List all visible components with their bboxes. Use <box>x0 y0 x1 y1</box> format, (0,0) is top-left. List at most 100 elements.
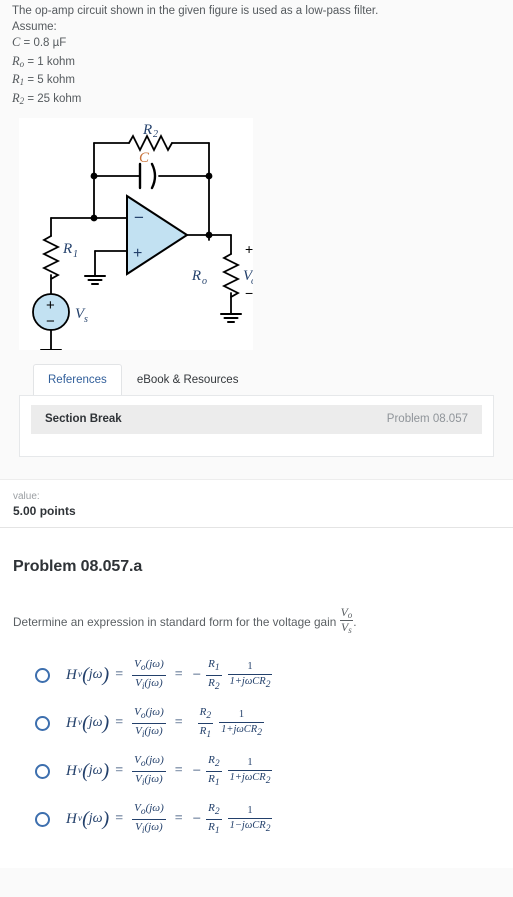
label-vo-subscript: o <box>251 276 253 287</box>
assumption-r2-symbol: R <box>12 90 20 105</box>
assumption-r1-value: = 5 kohm <box>27 74 75 87</box>
option-d-pole-num: 1 <box>227 805 273 819</box>
tab-ebook-resources[interactable]: eBook & Resources <box>122 364 254 395</box>
option-b-equation: Hv (jω) = Vo(jω) Vi(jω) = R2 R1 1 1+jωCR… <box>66 706 264 740</box>
option-a-ratio-num: V <box>134 658 141 671</box>
opamp-noninverting-sign: + <box>133 245 142 262</box>
question-area: Problem 08.057.a Determine an expression… <box>0 527 513 868</box>
option-a-transfer-ratio: Vo(jω) Vi(jω) <box>132 658 166 692</box>
option-b-ratio-num-arg: (jω) <box>145 706 164 719</box>
assumption-ro: Ro = 1 kohm <box>12 54 501 73</box>
option-c-res-num-sub: 2 <box>214 759 220 770</box>
option-c[interactable]: Hv (jω) = Vo(jω) Vi(jω) = − R2 R1 1 1+jω… <box>35 747 500 795</box>
option-d-resistor-ratio: R2 R1 <box>206 802 222 836</box>
option-d-hv: H <box>66 810 77 827</box>
source-minus-sign: − <box>46 313 55 330</box>
question-prompt-period: . <box>353 614 357 629</box>
option-a-res-den: R <box>208 676 215 689</box>
assumption-r1: R1 = 5 kohm <box>12 72 501 91</box>
option-c-hv: H <box>66 762 77 779</box>
option-d-res-den-sub: 1 <box>214 825 220 836</box>
label-r2-subscript: 2 <box>153 129 158 140</box>
option-d-ratio-num-arg: (jω) <box>145 802 164 815</box>
option-b-pole-den-sub: 2 <box>257 727 262 738</box>
radio-button-option-c[interactable] <box>35 763 50 779</box>
radio-button-option-a[interactable] <box>35 667 50 683</box>
output-plus-sign: + <box>245 241 253 257</box>
option-b[interactable]: Hv (jω) = Vo(jω) Vi(jω) = R2 R1 1 1+jωCR… <box>35 699 500 747</box>
section-break-row[interactable]: Section Break Problem 08.057 <box>31 404 482 434</box>
option-d-pole-den-sub: 2 <box>265 823 271 834</box>
option-b-pole-den: 1+jωCR <box>221 723 258 735</box>
references-panel: Section Break Problem 08.057 <box>19 394 494 457</box>
option-a-sign: − <box>192 666 202 683</box>
option-a-pole-den: 1+jωCR <box>229 675 266 687</box>
option-b-resistor-ratio: R2 R1 <box>197 706 214 740</box>
label-c: C <box>139 150 150 166</box>
problem-statement: The op-amp circuit shown in the given fi… <box>0 0 513 110</box>
option-d[interactable]: Hv (jω) = Vo(jω) Vi(jω) = − R2 R1 1 1−jω… <box>35 795 500 843</box>
statement-line-1: The op-amp circuit shown in the given fi… <box>12 5 379 17</box>
gain-fraction: Vo Vs <box>339 604 354 636</box>
option-c-pole-den-sub: 2 <box>265 775 271 786</box>
option-a-res-den-sub: 2 <box>214 681 220 692</box>
option-c-res-den-sub: 1 <box>214 777 220 788</box>
label-vs-subscript: s <box>84 314 88 325</box>
option-b-ratio-den-arg: (jω) <box>144 724 163 737</box>
option-d-res-num-sub: 2 <box>214 807 220 818</box>
option-c-pole-den: 1+jωCR <box>229 771 266 783</box>
option-b-ratio-den: V <box>135 724 142 737</box>
source-plus-sign: + <box>46 297 55 314</box>
option-b-pole-term: 1 1+jωCR2 <box>219 709 264 738</box>
option-c-equation: Hv (jω) = Vo(jω) Vi(jω) = − R2 R1 1 1+jω… <box>66 754 273 788</box>
radio-button-option-d[interactable] <box>35 811 50 827</box>
option-b-arg: jω <box>88 715 103 731</box>
option-c-ratio-num-arg: (jω) <box>145 754 164 767</box>
option-b-pole-num: 1 <box>219 709 264 723</box>
option-d-res-den: R <box>208 820 215 833</box>
answer-options: Hv (jω) = Vo(jω) Vi(jω) = − R1 R2 1 1+jω… <box>35 651 500 843</box>
question-prompt: Determine an expression in standard form… <box>13 604 500 636</box>
label-r2: R <box>142 122 152 138</box>
option-a-resistor-ratio: R1 R2 <box>206 658 222 692</box>
option-a[interactable]: Hv (jω) = Vo(jω) Vi(jω) = − R1 R2 1 1+jω… <box>35 651 500 699</box>
tab-references[interactable]: References <box>33 363 122 395</box>
option-a-hv: H <box>66 666 77 683</box>
option-a-ratio-num-arg: (jω) <box>145 658 164 671</box>
label-ro-subscript: o <box>202 276 207 287</box>
section-break-reference: Problem 08.057 <box>386 413 468 426</box>
assumption-ro-subscript: o <box>19 58 25 69</box>
statement-line-2: Assume: <box>12 20 57 33</box>
option-a-arg: jω <box>88 667 103 683</box>
assumption-r2: R2 = 25 kohm <box>12 91 501 110</box>
assumption-c: C = 0.8 µF <box>12 35 501 54</box>
value-points: 5.00 points <box>13 503 76 518</box>
question-prompt-text: Determine an expression in standard form… <box>13 614 337 629</box>
radio-button-option-b[interactable] <box>35 715 50 731</box>
option-b-ratio-num: V <box>134 706 141 719</box>
option-b-transfer-ratio: Vo(jω) Vi(jω) <box>132 706 166 740</box>
option-a-pole-term: 1 1+jωCR2 <box>227 661 273 690</box>
option-d-ratio-den: V <box>135 820 142 833</box>
option-c-arg: jω <box>88 763 103 779</box>
option-a-ratio-den-arg: (jω) <box>144 676 163 689</box>
option-b-hv: H <box>66 714 77 731</box>
option-d-transfer-ratio: Vo(jω) Vi(jω) <box>132 802 166 836</box>
option-d-pole-term: 1 1−jωCR2 <box>227 805 273 834</box>
option-d-sign: − <box>192 810 202 827</box>
option-a-equation: Hv (jω) = Vo(jω) Vi(jω) = − R1 R2 1 1+jω… <box>66 658 273 692</box>
gain-numerator: V <box>340 604 348 619</box>
label-r1: R <box>62 241 72 257</box>
option-c-pole-num: 1 <box>227 757 273 771</box>
option-a-pole-den-sub: 2 <box>265 679 271 690</box>
section-break-title: Section Break <box>45 413 122 426</box>
option-c-ratio-den-arg: (jω) <box>144 772 163 785</box>
option-d-arg: jω <box>88 811 103 827</box>
assumption-c-value: = 0.8 µF <box>23 37 67 50</box>
assumption-c-symbol: C <box>12 35 21 50</box>
gain-denominator-subscript: s <box>348 625 352 635</box>
value-label: value: <box>13 490 40 502</box>
option-c-ratio-num: V <box>134 754 141 767</box>
circuit-diagram-svg: − + + − + − R 2 C R 1 V s R o V o <box>32 122 253 350</box>
option-c-resistor-ratio: R2 R1 <box>206 754 222 788</box>
